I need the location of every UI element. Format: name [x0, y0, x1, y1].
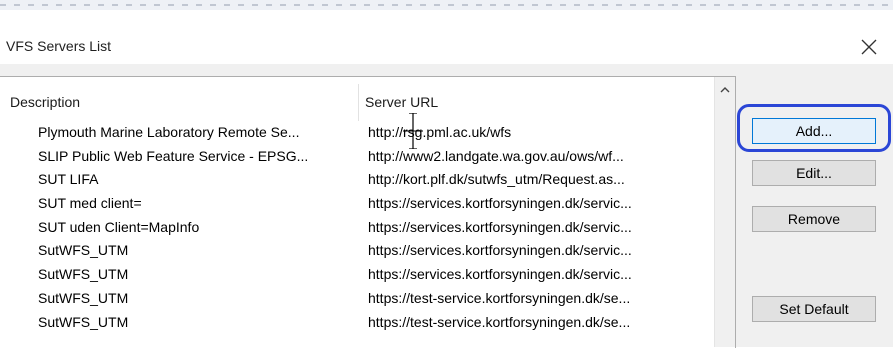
column-header-description[interactable]: Description: [10, 90, 356, 114]
list-item[interactable]: Plymouth Marine Laboratory Remote Se... …: [0, 121, 714, 145]
window-title: VFS Servers List: [6, 38, 112, 54]
column-header-server-url[interactable]: Server URL: [365, 90, 710, 114]
row-server-url: https://test-service.kortforsyningen.dk/…: [368, 289, 631, 306]
list-item[interactable]: SutWFS_UTM https://services.kortforsynin…: [0, 239, 714, 263]
row-description: SutWFS_UTM: [38, 266, 129, 283]
list-item[interactable]: SutWFS_UTM https://test-service.kortfors…: [0, 311, 714, 335]
servers-list[interactable]: Description Server URL Plymouth Marine L…: [0, 76, 736, 348]
list-header: Description Server URL: [0, 77, 714, 121]
chevron-up-icon[interactable]: [720, 86, 730, 94]
row-description: SutWFS_UTM: [38, 289, 129, 306]
remove-button[interactable]: Remove: [752, 206, 876, 232]
title-bar: VFS Servers List: [0, 10, 893, 64]
list-item[interactable]: SLIP Public Web Feature Service - EPSG..…: [0, 145, 714, 169]
list-item[interactable]: SutWFS_UTM https://test-service.kortfors…: [0, 287, 714, 311]
row-description: SutWFS_UTM: [38, 242, 129, 259]
row-description: SUT med client=: [38, 195, 142, 212]
row-server-url: https://services.kortforsyningen.dk/serv…: [368, 266, 632, 283]
row-description: SutWFS_UTM: [38, 313, 129, 330]
text-cursor-icon: [403, 113, 423, 149]
row-server-url: http://kort.plf.dk/sutwfs_utm/Request.as…: [368, 171, 625, 188]
row-description: Plymouth Marine Laboratory Remote Se...: [38, 124, 300, 140]
set-default-button[interactable]: Set Default: [752, 296, 876, 322]
add-button[interactable]: Add...: [752, 118, 876, 144]
list-rows: Plymouth Marine Laboratory Remote Se... …: [0, 121, 714, 334]
close-icon[interactable]: [858, 36, 880, 58]
vertical-scrollbar[interactable]: [714, 77, 735, 347]
row-server-url: https://services.kortforsyningen.dk/serv…: [368, 195, 632, 212]
row-server-url: https://services.kortforsyningen.dk/serv…: [368, 218, 632, 235]
list-item[interactable]: SUT med client= https://services.kortfor…: [0, 192, 714, 216]
row-description: SUT LIFA: [38, 171, 99, 188]
column-separator[interactable]: [358, 84, 359, 121]
list-item[interactable]: SUT LIFA http://kort.plf.dk/sutwfs_utm/R…: [0, 168, 714, 192]
list-item[interactable]: SutWFS_UTM https://services.kortforsynin…: [0, 263, 714, 287]
row-description: SLIP Public Web Feature Service - EPSG..…: [38, 147, 309, 164]
edit-button[interactable]: Edit...: [752, 160, 876, 186]
row-description: SUT uden Client=MapInfo: [38, 218, 200, 235]
list-item[interactable]: SUT uden Client=MapInfo https://services…: [0, 216, 714, 240]
row-server-url: https://test-service.kortforsyningen.dk/…: [368, 313, 631, 330]
row-server-url: https://services.kortforsyningen.dk/serv…: [368, 242, 632, 259]
